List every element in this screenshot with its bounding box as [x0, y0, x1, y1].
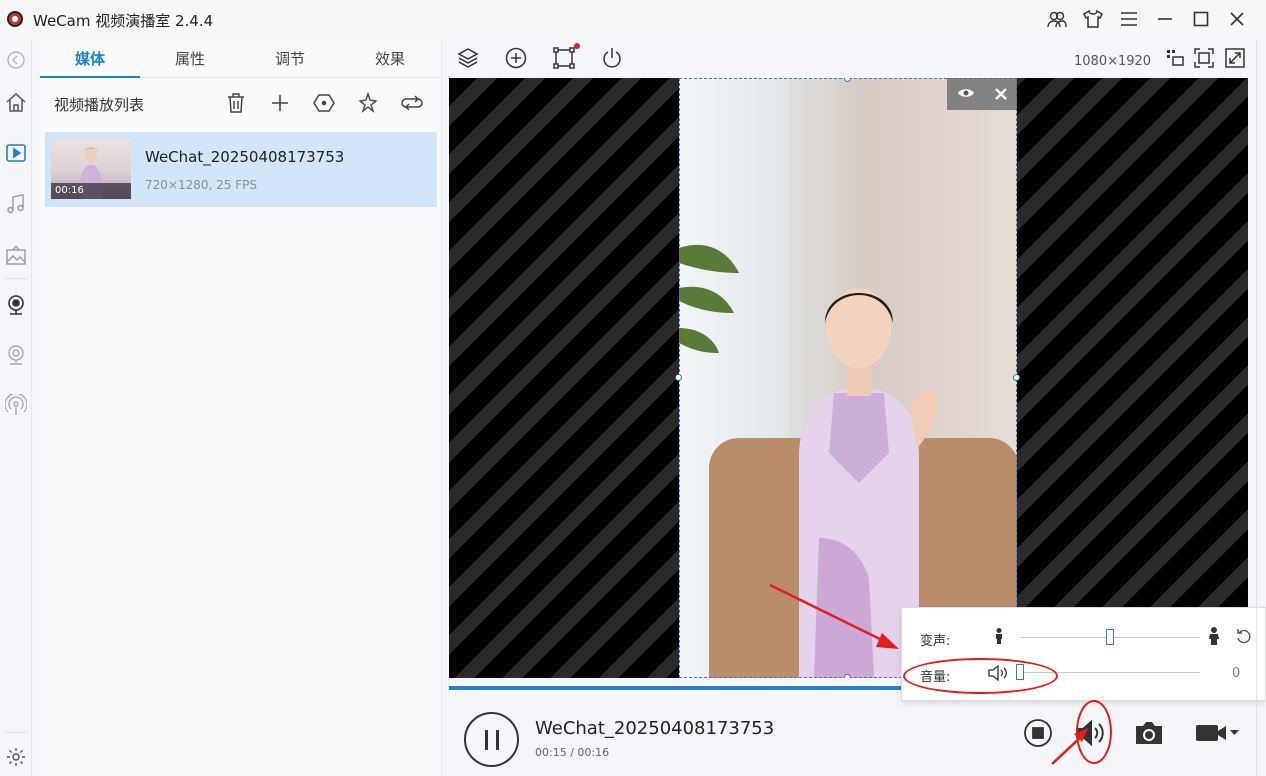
voice-change-label: 变声: [920, 634, 951, 649]
volume-value: 0 [1232, 666, 1241, 681]
loop-repeat-icon[interactable] [400, 91, 424, 115]
playlist-title: 视频播放列表 [54, 96, 145, 114]
delete-trash-icon[interactable] [224, 91, 248, 115]
tab-media[interactable]: 媒体 [40, 40, 140, 78]
minimize-icon[interactable] [1152, 6, 1178, 32]
volume-small-icon [988, 664, 1010, 685]
skin-shirt-icon[interactable] [1080, 6, 1106, 32]
media-panel: 媒体 属性 调节 效果 视频播放列表 00:16 WeChat_20250408… [40, 40, 442, 776]
media-item-meta: 720×1280, 25 FPS [145, 178, 257, 192]
volume-slider-track[interactable] [1020, 672, 1200, 673]
left-rail [0, 40, 32, 776]
voice-slider-thumb[interactable] [1106, 629, 1114, 645]
tab-adjust[interactable]: 调节 [240, 40, 340, 77]
users-icon[interactable] [1044, 6, 1070, 32]
source-overlay-controls [947, 78, 1017, 110]
image-icon[interactable] [4, 243, 28, 267]
resize-handle[interactable] [675, 374, 682, 381]
window-controls [1044, 6, 1250, 32]
add-circle-icon[interactable] [503, 45, 529, 71]
webcam-alt-icon[interactable] [4, 343, 28, 367]
power-icon[interactable] [599, 45, 625, 71]
app-logo-icon [7, 11, 23, 27]
annotation-arrow-to-popup [769, 583, 899, 649]
resize-handle[interactable] [844, 674, 851, 678]
tab-effects[interactable]: 效果 [340, 40, 440, 77]
rail-divider [4, 732, 28, 733]
right-edge-divider [1256, 40, 1257, 776]
person-small-icon [994, 628, 1004, 648]
playback-time: 00:15 / 00:16 [535, 746, 610, 759]
aspect-fit-icon[interactable] [1162, 45, 1188, 71]
snapshot-camera-button[interactable] [1132, 716, 1166, 750]
panel-tabs: 媒体 属性 调节 效果 [40, 40, 440, 78]
plant-decor [679, 244, 739, 353]
add-plus-icon[interactable] [268, 91, 292, 115]
media-item-name: WeChat_20250408173753 [145, 148, 345, 166]
video-media-icon[interactable] [4, 141, 28, 165]
video-thumbnail: 00:16 [51, 139, 131, 199]
pause-icon [484, 729, 499, 750]
now-playing-title: WeChat_20250408173753 [535, 718, 775, 739]
layers-icon[interactable] [455, 45, 481, 71]
maximize-icon[interactable] [1188, 6, 1214, 32]
title-bar: WeCam 视频演播室 2.4.4 [0, 0, 1266, 40]
preview-toolbar: 1080×1920 [448, 42, 1266, 76]
menu-icon[interactable] [1116, 6, 1142, 32]
volume-label: 音量: [920, 670, 951, 685]
tab-properties[interactable]: 属性 [140, 40, 240, 77]
rail-divider [4, 278, 28, 279]
resize-handle[interactable] [1013, 374, 1020, 381]
record-indicator-dot [574, 43, 580, 49]
close-icon[interactable] [1224, 6, 1250, 32]
home-icon[interactable] [4, 90, 28, 114]
fullscreen-expand-icon[interactable] [1222, 45, 1248, 71]
hexagon-target-icon[interactable] [312, 91, 336, 115]
settings-gear-icon[interactable] [4, 745, 28, 769]
playlist-toolbar [224, 91, 424, 115]
collapse-chevron-icon[interactable] [4, 48, 28, 72]
webcam-icon[interactable] [4, 293, 28, 317]
app-title: WeCam 视频演播室 2.4.4 [33, 12, 214, 30]
remove-source-close-icon[interactable] [995, 85, 1007, 104]
playlist-header: 视频播放列表 [40, 78, 440, 130]
video-camera-dropdown[interactable] [1192, 716, 1242, 750]
audio-settings-popup: 变声: 音量: 0 [901, 607, 1266, 701]
broadcast-icon[interactable] [4, 393, 28, 417]
playlist-item[interactable]: 00:16 WeChat_20250408173753 720×1280, 25… [45, 132, 437, 207]
music-icon[interactable] [4, 192, 28, 216]
visibility-eye-icon[interactable] [957, 85, 975, 104]
pause-button[interactable] [464, 712, 519, 767]
output-resolution: 1080×1920 [1074, 54, 1152, 69]
transform-crop-icon[interactable] [551, 45, 577, 71]
volume-slider-thumb[interactable] [1016, 664, 1024, 680]
thumbnail-duration: 00:16 [51, 183, 131, 199]
magic-sparkle-icon[interactable] [356, 91, 380, 115]
fit-screen-icon[interactable] [1191, 45, 1217, 71]
annotation-arrow-to-speaker [1051, 728, 1088, 765]
person-large-icon [1208, 627, 1220, 649]
reset-icon[interactable] [1236, 628, 1252, 648]
